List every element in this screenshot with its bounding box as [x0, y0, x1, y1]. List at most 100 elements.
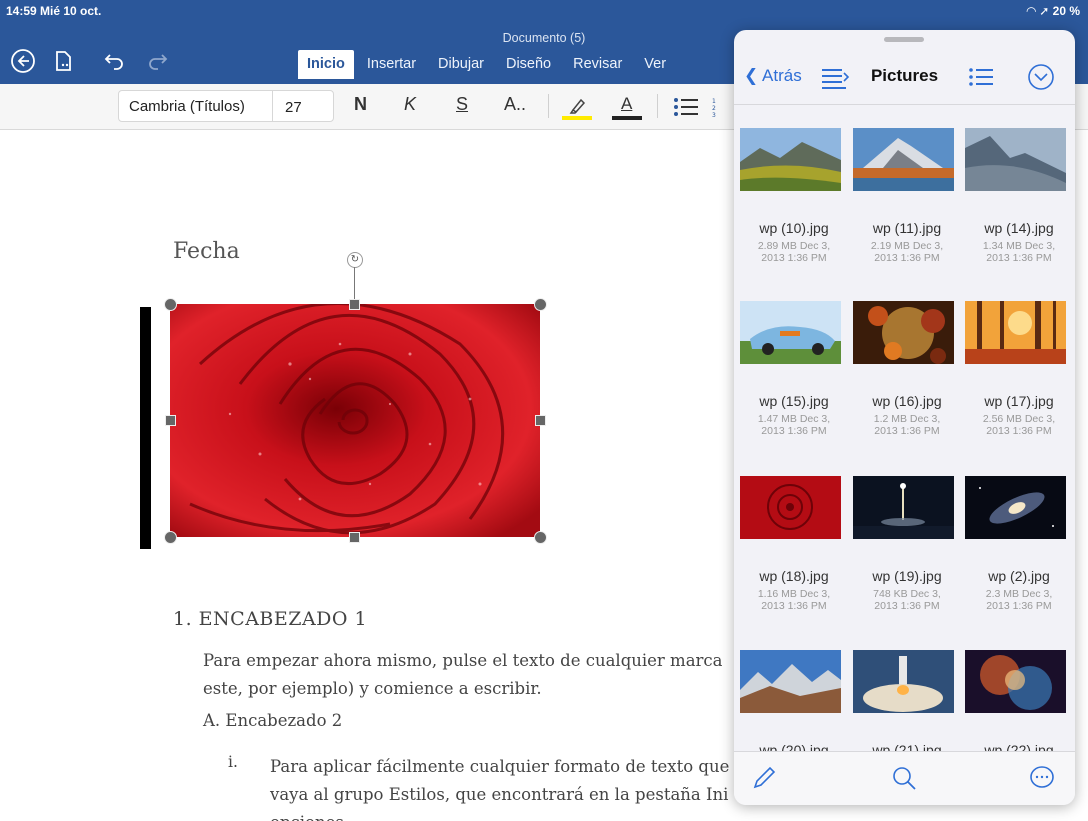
search-icon[interactable]: [890, 764, 918, 792]
paragraph-2-line-1: Para aplicar fácilmente cualquier format…: [270, 757, 730, 776]
rose-image: [170, 304, 540, 537]
italic-button[interactable]: K: [404, 94, 416, 115]
comment-icon[interactable]: [1028, 764, 1056, 792]
file-meta: 2.19 MB Dec 3, 2013 1:36 PM: [852, 240, 962, 264]
status-indicators: ◠ ➚ 20 %: [1027, 4, 1080, 18]
resize-handle-top[interactable]: [349, 299, 360, 310]
file-date: 2013 1:36 PM: [874, 600, 940, 612]
thumbnail-galaxy: [965, 476, 1066, 539]
file-size: 2.19 MB Dec 3,: [870, 240, 944, 252]
thumbnail-snow-peak-lake: [853, 128, 954, 191]
font-box-divider: [272, 91, 273, 121]
tab-inicio[interactable]: Inicio: [298, 50, 354, 79]
paragraph-1[interactable]: Para empezar ahora mismo, pulse el texto…: [203, 647, 723, 703]
thumbnail-sunlit-forest: [965, 301, 1066, 364]
panel-nav-bar: ❮ Atrás Pictures: [734, 50, 1075, 105]
resize-handle-left[interactable]: [165, 415, 176, 426]
font-size[interactable]: 27: [285, 99, 302, 116]
file-date: 2013 1:36 PM: [761, 252, 827, 264]
svg-text:1: 1: [712, 98, 716, 105]
thumbnail-mountain-meadow: [740, 128, 841, 191]
location-icon: ➚: [1039, 4, 1050, 18]
tab-insertar[interactable]: Insertar: [358, 50, 425, 79]
font-color-letter: A: [621, 94, 633, 113]
bullet-list-icon[interactable]: [672, 96, 700, 118]
redo-icon[interactable]: [144, 48, 170, 74]
bold-button[interactable]: N: [354, 94, 367, 115]
rotate-handle[interactable]: ↻: [347, 252, 363, 268]
font-name[interactable]: Cambria (Títulos): [129, 98, 245, 115]
back-circle-icon[interactable]: [10, 48, 36, 74]
file-size: 2.3 MB Dec 3,: [985, 588, 1053, 600]
paragraph-2[interactable]: Para aplicar fácilmente cualquier format…: [270, 753, 729, 821]
resize-handle-bottom-right[interactable]: [534, 531, 547, 544]
font-selector[interactable]: Cambria (Títulos) 27: [118, 90, 334, 122]
file-meta: 1.34 MB Dec 3, 2013 1:36 PM: [964, 240, 1074, 264]
file-size: 1.47 MB Dec 3,: [757, 413, 831, 425]
undo-icon[interactable]: [102, 48, 128, 74]
svg-text:2: 2: [712, 105, 716, 112]
panel-toolbar: [734, 751, 1075, 805]
file-size: 1.34 MB Dec 3,: [982, 240, 1056, 252]
tab-ver[interactable]: Ver: [635, 50, 675, 79]
file-name: wp (11).jpg: [872, 220, 942, 236]
tab-diseno[interactable]: Diseño: [497, 50, 560, 79]
panel-title: Pictures: [870, 66, 939, 85]
highlight-button[interactable]: [562, 92, 592, 122]
file-meta: 2.56 MB Dec 3, 2013 1:36 PM: [964, 413, 1074, 437]
file-meta: 1.2 MB Dec 3, 2013 1:36 PM: [852, 413, 962, 437]
resize-handle-top-left[interactable]: [164, 298, 177, 311]
resize-handle-bottom-left[interactable]: [164, 531, 177, 544]
resize-handle-bottom[interactable]: [349, 532, 360, 543]
file-meta: 748 KB Dec 3, 2013 1:36 PM: [852, 588, 962, 612]
paragraph-1-line-1: Para empezar ahora mismo, pulse el texto…: [203, 651, 723, 670]
accent-bar: [140, 307, 151, 549]
paragraph-2-line-2: vaya al grupo Estilos, que encontrará en…: [270, 785, 729, 804]
ribbon-divider: [548, 94, 549, 118]
file-meta: 2.3 MB Dec 3, 2013 1:36 PM: [964, 588, 1074, 612]
panel-grabber[interactable]: [884, 37, 924, 42]
font-color-button[interactable]: A: [612, 92, 642, 122]
underline-button[interactable]: S: [456, 94, 468, 115]
paragraph-2-line-3: opciones: [270, 809, 729, 821]
selected-image-rose[interactable]: [170, 304, 540, 537]
paragraph-1-line-2: este, por ejemplo) y comience a escribir…: [203, 679, 542, 698]
numbered-list-icon[interactable]: 1 2 3: [712, 96, 726, 118]
font-effects-button[interactable]: A..: [504, 94, 526, 115]
file-size: 2.89 MB Dec 3,: [757, 240, 831, 252]
svg-text:3: 3: [712, 112, 716, 118]
file-date: 2013 1:36 PM: [874, 252, 940, 264]
file-name: wp (15).jpg: [759, 393, 829, 409]
list-view-icon[interactable]: [966, 62, 996, 92]
resize-handle-top-right[interactable]: [534, 298, 547, 311]
tab-dibujar[interactable]: Dibujar: [429, 50, 493, 79]
file-name: wp (10).jpg: [759, 220, 829, 236]
file-name: wp (16).jpg: [872, 393, 942, 409]
file-name: wp (2).jpg: [988, 568, 1050, 584]
file-size: 1.2 MB Dec 3,: [873, 413, 941, 425]
font-color-swatch: [612, 116, 642, 120]
file-name: wp (18).jpg: [759, 568, 829, 584]
file-size: 1.16 MB Dec 3,: [757, 588, 831, 600]
list-marker: i.: [228, 753, 238, 771]
thumbnail-rocket-launch-night: [853, 476, 954, 539]
file-name: wp (17).jpg: [984, 393, 1054, 409]
resize-handle-right[interactable]: [535, 415, 546, 426]
date-placeholder[interactable]: Fecha: [173, 239, 240, 264]
heading-1[interactable]: 1. ENCABEZADO 1: [173, 608, 367, 630]
pencil-icon[interactable]: [750, 764, 778, 792]
chevron-down-circle-icon[interactable]: [1026, 62, 1056, 92]
status-time-date: 14:59 Mié 10 oct.: [6, 4, 102, 18]
file-size: 2.56 MB Dec 3,: [982, 413, 1056, 425]
heading-2[interactable]: A. Encabezado 2: [203, 711, 342, 730]
thumbnail-shuttle-launch: [853, 650, 954, 713]
rotate-icon: ↻: [350, 254, 360, 265]
file-date: 2013 1:36 PM: [986, 600, 1052, 612]
file-meta: 2.89 MB Dec 3, 2013 1:36 PM: [739, 240, 849, 264]
wifi-icon: ◠: [1026, 4, 1036, 18]
pictures-panel: ❮ Atrás Pictures wp (10).jpg 2.89 MB Dec …: [734, 30, 1075, 805]
tab-revisar[interactable]: Revisar: [564, 50, 631, 79]
sidebar-toggle-icon[interactable]: [820, 62, 850, 92]
battery-percent: 20 %: [1052, 4, 1080, 18]
file-options-icon[interactable]: [50, 48, 76, 74]
